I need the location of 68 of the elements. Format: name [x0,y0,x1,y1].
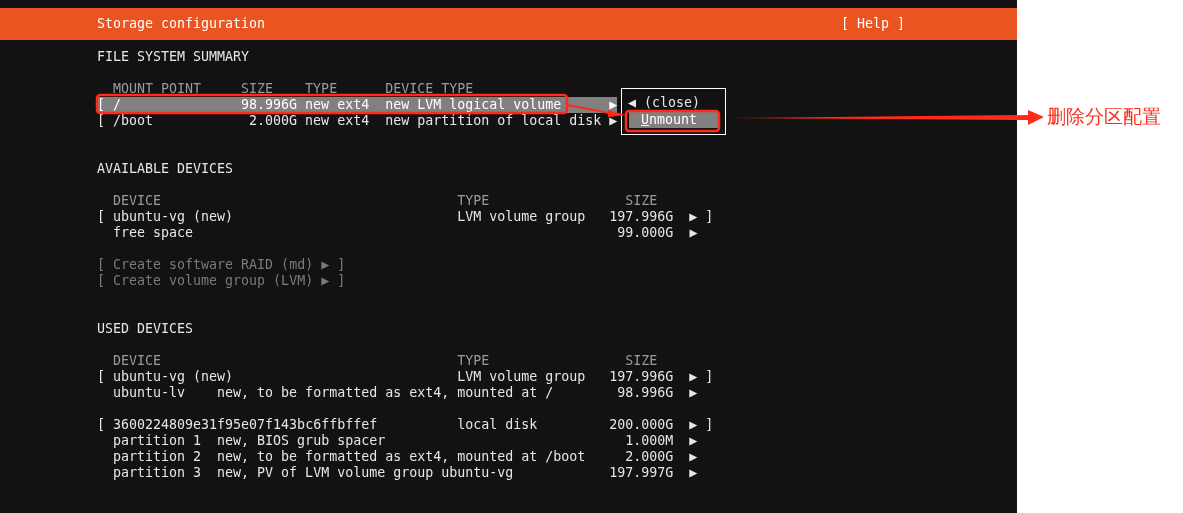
table-cell: 1.000M [625,433,674,449]
arrow-icon: ▶ [689,225,698,241]
section-title: FILE SYSTEM SUMMARY [97,49,251,65]
table-cell: new ext4 [305,113,370,129]
table-cell: partition 3 [113,465,202,481]
table-cell: new ext4 [305,97,370,113]
arrow-icon: ▶ [609,97,618,113]
section-title: AVAILABLE DEVICES [97,161,235,177]
table-cell: LVM volume group [457,369,586,385]
table-cell: new, to be formatted as ext4, mounted at / [217,385,554,401]
arrow-icon: ▶ [689,369,698,385]
table-row[interactable]: [ /boot 2.000G new ext4 new partition of local disk ▶ [97,113,618,129]
table-cell: 99.000G [617,225,674,241]
table-cell: 2.000G [625,449,674,465]
help-button[interactable]: [ Help ] [840,16,905,32]
arrow-icon: ▶ [689,465,698,481]
bracket-text: [ [97,369,105,385]
table-cell: 200.000G [609,417,674,433]
annotation-label: 删除分区配置 [1047,104,1161,128]
table-cell: 2.000G [249,113,298,129]
table-cell: partition 2 [113,449,202,465]
table-cell: LVM volume group [457,209,586,225]
column-header: MOUNT POINT [113,81,202,97]
arrow-icon: ▶ [689,417,698,433]
table-cell: free space [113,225,194,241]
column-header: SIZE [625,353,658,369]
table-cell: ubuntu-lv [113,385,186,401]
section-title: USED DEVICES [97,321,195,337]
column-header: DEVICE [113,193,162,209]
table-cell: local disk [457,417,538,433]
table-cell: 98.996G [241,97,298,113]
table-cell: new LVM logical volume [385,97,562,113]
bracket-text: [ [97,113,105,129]
table-cell: 98.996G [617,385,674,401]
table-cell: 3600224809e31f95e07f143bc6ffbffef [113,417,378,433]
column-header: SIZE [241,81,274,97]
bracket-text: [ [97,417,105,433]
table-cell: 197.996G [609,209,674,225]
table-cell: ubuntu-vg (new) [113,369,234,385]
column-header: SIZE [625,193,658,209]
column-header: TYPE [305,81,338,97]
table-cell: partition 1 [113,433,202,449]
bracket-text: ] [705,209,714,225]
arrow-icon: ▶ [689,449,698,465]
arrow-icon: ▶ [689,209,698,225]
table-cell: 197.996G [609,369,674,385]
table-cell: new, to be formatted as ext4, mounted at /boot [217,449,586,465]
column-header: DEVICE TYPE [385,81,474,97]
column-header: TYPE [457,353,490,369]
bracket-text: ] [705,369,714,385]
table-cell: new partition of local disk [385,113,602,129]
menu-item[interactable]: ◀ (close) [627,95,725,111]
selected-row[interactable]: [ / 98.996G new ext4 new LVM logical volume ▶ [97,97,618,113]
table-cell: 197.997G [609,465,674,481]
arrow-icon: ▶ [689,433,698,449]
table-cell: /boot [113,113,154,129]
bracket-text: [ [97,97,105,113]
table-cell: / [113,97,121,113]
table-cell: ubuntu-vg (new) [113,209,234,225]
table-cell: new, PV of LVM volume group ubuntu-vg [217,465,514,481]
column-header: TYPE [457,193,490,209]
bracket-text: [ [97,209,105,225]
arrow-icon: ▶ [609,113,618,129]
window-title: Storage configuration [97,16,266,32]
column-header: DEVICE [113,353,162,369]
bracket-text: ] [705,417,714,433]
arrow-icon: ▶ [689,385,698,401]
table-cell: new, BIOS grub spacer [217,433,386,449]
